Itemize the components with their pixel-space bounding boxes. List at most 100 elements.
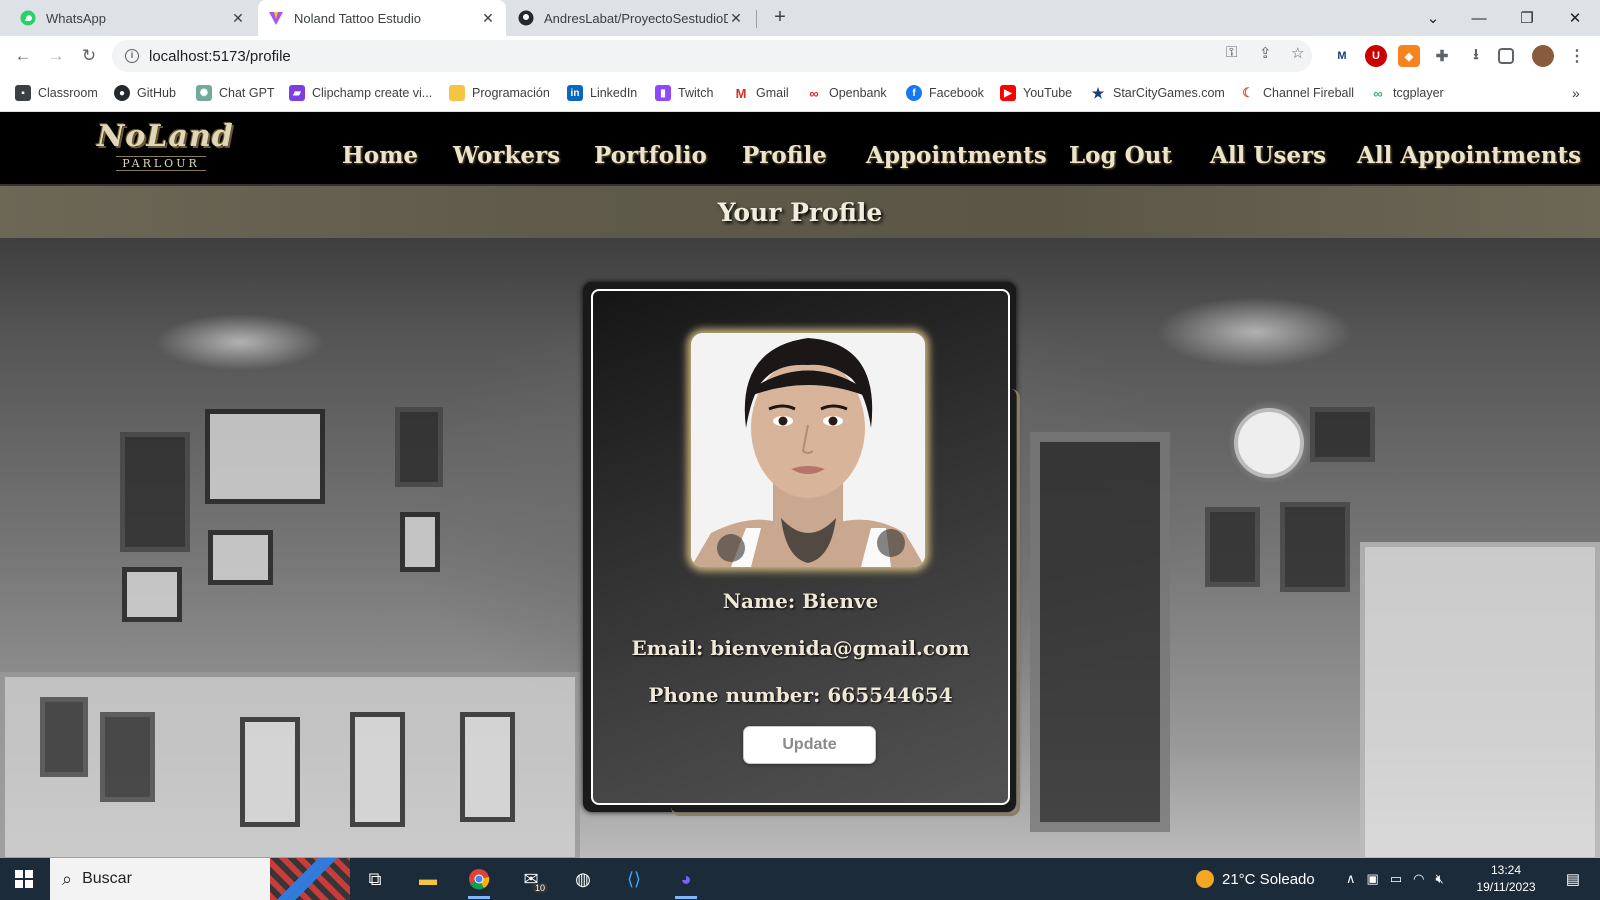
nav-profile[interactable]: Profile (742, 142, 827, 169)
bookmark-label: Gmail (756, 86, 789, 100)
bookmark-linkedin[interactable]: in LinkedIn (567, 85, 637, 101)
discord-icon[interactable]: ◕ (669, 863, 703, 899)
bookmark-chat-gpt[interactable]: ✺ Chat GPT (196, 85, 275, 101)
file-explorer-icon[interactable]: ▬ (411, 863, 445, 895)
mail-icon[interactable]: ✉ 10 (514, 863, 548, 895)
forward-arrow-icon[interactable]: → (44, 44, 68, 68)
chatgpt-icon: ✺ (196, 85, 212, 101)
nav-home[interactable]: Home (342, 142, 418, 169)
bookmark-classroom[interactable]: ▪ Classroom (15, 85, 98, 101)
nav-workers[interactable]: Workers (453, 142, 560, 169)
tab-title: Noland Tattoo Estudio (294, 10, 421, 26)
new-tab-button[interactable]: + (768, 6, 792, 30)
windows-start-button[interactable] (0, 858, 48, 900)
download-icon[interactable]: ⭳ (1465, 45, 1487, 67)
nav-all-users[interactable]: All Users (1210, 142, 1326, 169)
bookmark-programacion[interactable]: Programación (449, 85, 550, 101)
weather-sun-icon (1196, 870, 1214, 888)
ublock-icon[interactable]: U (1365, 45, 1387, 67)
network-icon[interactable]: ◠ (1413, 871, 1424, 887)
battery-icon[interactable]: ▭ (1390, 871, 1402, 887)
taskbar-search-box[interactable]: ⌕ Buscar (50, 858, 350, 900)
tab-whatsapp[interactable]: WhatsApp ✕ (10, 0, 256, 36)
bookmark-label: Programación (472, 86, 550, 100)
browser-toolbar: ← → ↻ i localhost:5173/profile ⚿ ⇪ ☆ M U… (0, 36, 1600, 76)
gmail-icon: M (733, 85, 749, 101)
bookmark-openbank[interactable]: ∞ Openbank (806, 85, 887, 101)
vscode-icon[interactable]: ⟨⟩ (617, 863, 651, 895)
restore-button[interactable]: ❐ (1504, 0, 1550, 36)
facebook-icon: f (906, 85, 922, 101)
extension-m-icon[interactable]: M (1331, 45, 1353, 67)
close-window-button[interactable]: ✕ (1552, 0, 1598, 36)
more-bookmarks-chevron-icon[interactable]: » (1572, 85, 1580, 101)
background-frame (40, 697, 88, 777)
tab-noland-tattoo[interactable]: Noland Tattoo Estudio ✕ (258, 0, 506, 36)
notifications-icon[interactable]: ▤ (1556, 863, 1590, 895)
openbank-icon: ∞ (806, 85, 822, 101)
nav-all-appointments[interactable]: All Appointments (1357, 142, 1581, 169)
bookmark-label: Twitch (678, 86, 714, 100)
share-icon[interactable]: ⇪ (1259, 44, 1272, 62)
noland-logo[interactable]: NoLand PARLOUR (97, 120, 233, 178)
tray-chevron-up-icon[interactable]: ∧ (1346, 871, 1356, 887)
chrome-icon[interactable] (462, 863, 496, 899)
background-frame (460, 712, 515, 822)
weather-widget[interactable]: 21°C Soleado (1196, 858, 1315, 900)
side-panel-icon[interactable] (1498, 48, 1514, 64)
background-frame (395, 407, 443, 487)
key-icon[interactable]: ⚿ (1226, 44, 1237, 61)
meet-now-icon[interactable]: ▣ (1367, 871, 1379, 887)
bookmark-clipchamp[interactable]: ▰ Clipchamp create vi... (289, 85, 432, 101)
taskbar-clock[interactable]: 13:24 19/11/2023 (1470, 862, 1542, 896)
whatsapp-icon (20, 10, 36, 26)
site-info-icon[interactable]: i (125, 49, 139, 63)
metamask-fox-icon[interactable]: ◆ (1398, 45, 1420, 67)
profile-avatar[interactable] (1532, 45, 1554, 67)
profile-phone: Phone number: 665544654 (648, 683, 953, 707)
background-frame (240, 717, 300, 827)
reload-icon[interactable]: ↻ (77, 44, 101, 68)
windows-taskbar: ⌕ Buscar ⧉ ▬ ✉ 10 ◍ ⟨⟩ ◕ 21°C Soleado ∧ ▣… (0, 858, 1600, 900)
mail-badge: 10 (531, 883, 548, 893)
bookmark-youtube[interactable]: ▶ YouTube (1000, 85, 1072, 101)
nav-portfolio[interactable]: Portfolio (594, 142, 707, 169)
tab-github-repo[interactable]: AndresLabat/ProyectoSestudioD ✕ (508, 0, 754, 36)
search-highlight-image (270, 858, 350, 900)
bookmark-channel-fireball[interactable]: ☾ Channel Fireball (1240, 85, 1354, 101)
close-tab-icon[interactable]: ✕ (728, 10, 744, 27)
tab-search-chevron-icon[interactable]: ⌄ (1410, 0, 1456, 36)
minimize-button[interactable]: — (1456, 0, 1502, 36)
task-view-icon[interactable]: ⧉ (358, 863, 392, 895)
nav-log-out[interactable]: Log Out (1069, 142, 1172, 169)
system-tray: ∧ ▣ ▭ ◠ 🔇︎ (1346, 858, 1444, 900)
bookmark-twitch[interactable]: ▮ Twitch (655, 85, 713, 101)
extensions-puzzle-icon[interactable]: ✚ (1431, 45, 1453, 67)
wall-clock-icon (1234, 408, 1304, 478)
back-arrow-icon[interactable]: ← (11, 44, 35, 68)
close-tab-icon[interactable]: ✕ (480, 10, 496, 27)
bookmark-starcitygames[interactable]: ★ StarCityGames.com (1090, 85, 1225, 101)
github-icon: ● (114, 85, 130, 101)
tab-title: AndresLabat/ProyectoSestudioD (544, 10, 728, 26)
address-bar[interactable]: i localhost:5173/profile (112, 40, 1312, 72)
close-tab-icon[interactable]: ✕ (230, 10, 246, 27)
tab-title: WhatsApp (46, 10, 106, 26)
page-viewport: NoLand PARLOUR Home Workers Portfolio Pr… (0, 112, 1600, 858)
background-frame (1310, 407, 1375, 462)
background-frame (1280, 502, 1350, 592)
bookmark-gmail[interactable]: M Gmail (733, 85, 789, 101)
bookmark-github[interactable]: ● GitHub (114, 85, 176, 101)
background-frame (100, 712, 155, 802)
more-menu-icon[interactable]: ⋮ (1566, 45, 1588, 67)
bookmark-star-icon[interactable]: ☆ (1291, 44, 1304, 62)
bookmark-label: Channel Fireball (1263, 86, 1355, 100)
bookmark-facebook[interactable]: f Facebook (906, 85, 984, 101)
clock-time: 13:24 (1490, 863, 1522, 877)
address-url[interactable]: localhost:5173/profile (149, 48, 291, 65)
app-icon[interactable]: ◍ (566, 863, 600, 895)
update-button[interactable]: Update (743, 726, 876, 764)
volume-muted-icon[interactable]: 🔇︎ (1435, 871, 1443, 887)
nav-appointments[interactable]: Appointments (866, 142, 1047, 169)
bookmark-tcgplayer[interactable]: ∞ tcgplayer (1370, 85, 1444, 101)
